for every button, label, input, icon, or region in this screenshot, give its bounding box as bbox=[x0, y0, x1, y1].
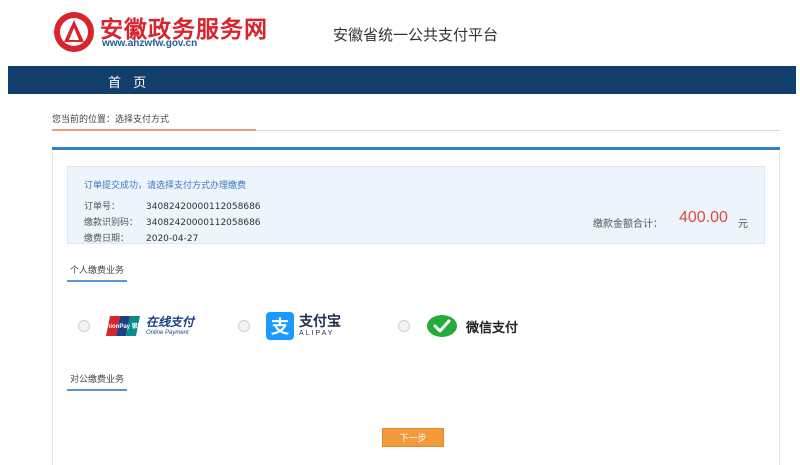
payment-code-value: 34082420000112058686 bbox=[146, 218, 261, 228]
site-header: 安徽政务服务网 www.ahzwfw.gov.cn 安徽省统一公共支付平台 bbox=[0, 0, 800, 66]
payment-date-value: 2020-04-27 bbox=[146, 234, 199, 244]
wechat-pay-icon bbox=[427, 315, 457, 337]
brand-url: www.ahzwfw.gov.cn bbox=[102, 38, 198, 49]
site-logo-icon bbox=[54, 12, 94, 52]
unionpay-icon: UnionPay 银联 bbox=[106, 316, 142, 336]
section-title-corporate: 对公缴费业务 bbox=[67, 372, 128, 391]
alipay-label-group: 支付宝 ALIPAY bbox=[299, 314, 341, 338]
payment-code-label: 缴款识别码： bbox=[84, 218, 139, 228]
radio-alipay[interactable] bbox=[238, 320, 250, 332]
payment-option-wechat[interactable]: 微信支付 bbox=[398, 310, 518, 342]
panel-top-border bbox=[52, 147, 780, 150]
next-step-button[interactable]: 下一步 bbox=[382, 428, 444, 447]
total-amount-label: 缴款金额合计： bbox=[593, 219, 663, 230]
breadcrumb: 您当前的位置：选择支付方式 bbox=[52, 115, 170, 125]
main-nav: 首 页 bbox=[8, 66, 796, 94]
payment-option-alipay[interactable]: 支 支付宝 ALIPAY bbox=[238, 310, 341, 342]
unionpay-label-group: 在线支付 Online Payment bbox=[146, 314, 195, 337]
order-success-message: 订单提交成功，请选择支付方式办理缴费 bbox=[84, 181, 247, 191]
total-amount-value: 400.00 bbox=[679, 209, 728, 226]
unionpay-logo-text: UnionPay 银联 bbox=[106, 322, 142, 330]
unionpay-sublabel: Online Payment bbox=[146, 329, 189, 336]
nav-item-home[interactable]: 首 页 bbox=[108, 72, 150, 91]
order-number-row: 订单号： 34082420000112058686 bbox=[84, 199, 261, 212]
unionpay-label: 在线支付 bbox=[146, 314, 195, 329]
section-title-personal: 个人缴费业务 bbox=[67, 263, 128, 282]
radio-unionpay[interactable] bbox=[78, 320, 90, 332]
order-summary: 订单提交成功，请选择支付方式办理缴费 订单号： 34082420000112058… bbox=[67, 166, 765, 244]
alipay-label: 支付宝 bbox=[299, 314, 341, 330]
radio-wechat[interactable] bbox=[398, 320, 410, 332]
payment-date-row: 缴费日期： 2020-04-27 bbox=[84, 231, 198, 244]
breadcrumb-accent-bar bbox=[52, 129, 256, 131]
payment-code-row: 缴款识别码： 34082420000112058686 bbox=[84, 215, 261, 228]
alipay-sublabel: ALIPAY bbox=[299, 330, 335, 337]
platform-title: 安徽省统一公共支付平台 bbox=[333, 26, 499, 44]
total-amount-unit: 元 bbox=[738, 219, 748, 230]
alipay-icon: 支 bbox=[266, 312, 294, 340]
payment-option-unionpay[interactable]: UnionPay 银联 在线支付 Online Payment bbox=[78, 310, 194, 342]
wechat-label: 微信支付 bbox=[466, 320, 519, 336]
order-number-value: 34082420000112058686 bbox=[146, 202, 261, 212]
payment-date-label: 缴费日期： bbox=[84, 234, 130, 244]
order-number-label: 订单号： bbox=[84, 202, 121, 212]
